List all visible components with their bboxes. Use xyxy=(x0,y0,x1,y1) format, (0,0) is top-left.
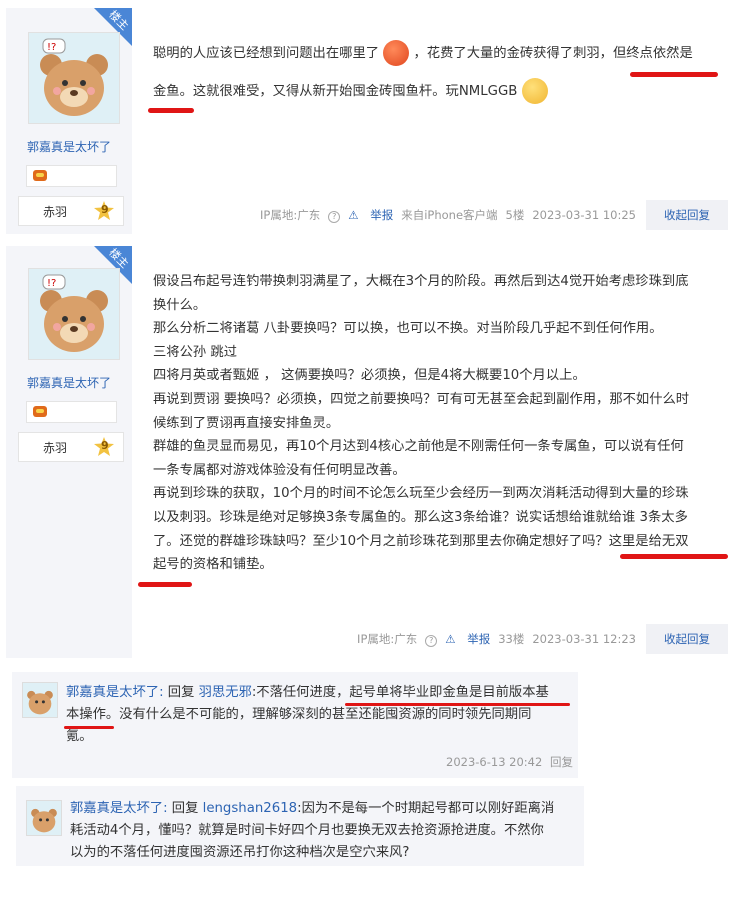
content-line: 群雄的鱼灵显而易见，再10个月达到4核心之前他是不刚需任何一条专属鱼，可以说有任… xyxy=(153,439,684,455)
reply-target-link[interactable]: lengshan2618 xyxy=(203,801,298,816)
reply-line: 耗活动4个月，懂吗？就算是时间卡好四个月也要换无双去抢资源抢进度。不然你 xyxy=(70,823,544,838)
info-icon[interactable]: ? xyxy=(328,211,341,223)
highlight-underline xyxy=(345,703,570,706)
reply-time: 2023-6-13 20:42 xyxy=(446,755,543,769)
ip-location: IP属地:广东? xyxy=(349,631,438,647)
content-line: 再说到贾诩 要换吗？必须换，四觉之前要换吗？可有可无甚至会起到副作用，那不如什么… xyxy=(153,391,690,407)
username-link[interactable]: 郭嘉真是太坏了 xyxy=(6,374,132,391)
author-sidebar: 楼主 !? 郭嘉真是太坏了 赤羽 9 xyxy=(6,8,132,234)
content-line: 换什么。 xyxy=(153,297,207,313)
post-floor-33: 楼主 !? 郭嘉真是太坏了 赤羽 9 假设吕布起号连钓带换刺羽满星了，大概在3个… xyxy=(0,246,750,658)
bear-avatar-icon: !? xyxy=(29,269,119,359)
sub-reply-text: 郭嘉真是太坏了: 回复 羽思无邪:不落任何进度，起号单将毕业即金鱼是目前版本基 … xyxy=(66,682,566,748)
post-content: 假设吕布起号连钓带换刺羽满星了，大概在3个月的阶段。再然后到达4觉开始考虑珍珠到… xyxy=(153,270,728,577)
client-source: 来自iPhone客户端 xyxy=(401,208,498,222)
content-line: 三将公孙 跳过 xyxy=(153,344,238,360)
reply-word: 回复 xyxy=(171,801,199,816)
content-line: ，花费了大量的金砖获得了刺羽，但终点依然是 xyxy=(413,46,693,61)
post-meta: IP属地:广东? ⚠ 举报 33楼 2023-03-31 12:23 收起回复 xyxy=(341,624,728,654)
content-line: 了。还觉的群雄珍珠缺吗？至少10个月之前珍珠花到那里去你确定想好了吗？这里是给无… xyxy=(153,533,689,549)
reply-author-link[interactable]: 郭嘉真是太坏了: xyxy=(70,801,168,816)
content-line: 以及刺羽。珍珠是绝对足够换3条专属鱼的。那么这3条给谁？说实话想给谁就给谁 3条… xyxy=(153,509,688,525)
floor-number: 5楼 xyxy=(505,208,525,222)
badge-box xyxy=(26,165,117,187)
content-line: 假设吕布起号连钓带换刺羽满星了，大概在3个月的阶段。再然后到达4觉开始考虑珍珠到… xyxy=(153,274,689,289)
sick-face-icon xyxy=(521,78,548,104)
level-number: 9 xyxy=(101,439,109,452)
badge-box xyxy=(26,401,117,423)
floor-number: 33楼 xyxy=(498,632,525,646)
content-line: 一条专属都对游戏体验没有任何明显改善。 xyxy=(153,462,406,478)
game-badge-icon[interactable] xyxy=(33,406,47,417)
post-meta: IP属地:广东? ⚠ 举报 来自iPhone客户端 5楼 2023-03-31 … xyxy=(244,200,728,230)
svg-text:!?: !? xyxy=(47,278,56,289)
sub-reply: 郭嘉真是太坏了: 回复 lengshan2618:因为不是每一个时期起号都可以刚… xyxy=(16,786,584,866)
avatar[interactable]: !? xyxy=(28,32,120,124)
info-icon[interactable]: ? xyxy=(425,635,438,647)
collapse-reply-button[interactable]: 收起回复 xyxy=(646,200,728,230)
report-link[interactable]: ⚠ 举报 xyxy=(445,631,490,647)
highlight-underline xyxy=(148,108,194,113)
content-line: 再说到珍珠的获取，10个月的时间不论怎么玩至少会经历一到两次消耗活动得到大量的珍… xyxy=(153,486,689,502)
bear-avatar-icon xyxy=(27,801,61,835)
ip-location: IP属地:广东? xyxy=(252,207,341,223)
bear-avatar-icon xyxy=(23,683,57,717)
reply-line: :不落任何进度，起号单将毕业即金鱼是目前版本基 xyxy=(251,685,549,700)
reply-target-link[interactable]: 羽思无邪 xyxy=(199,685,252,700)
content-line: 金鱼。这就很难受，又得从新开始囤金砖囤鱼杆。玩NMLGGB xyxy=(153,84,518,99)
avatar[interactable] xyxy=(22,682,58,718)
highlight-underline xyxy=(630,72,718,77)
username-link[interactable]: 郭嘉真是太坏了 xyxy=(6,138,132,155)
game-badge-icon[interactable] xyxy=(33,170,47,181)
report-link[interactable]: ⚠ 举报 xyxy=(348,207,393,223)
angry-face-icon xyxy=(383,40,410,66)
bear-avatar-icon: !? xyxy=(29,33,119,123)
level-name: 赤羽 xyxy=(43,205,68,219)
reply-line: 以为的不落任何进度囤资源还吊打你这种档次是空穴来风? xyxy=(70,845,410,860)
author-sidebar: 楼主 !? 郭嘉真是太坏了 赤羽 9 xyxy=(6,246,132,658)
level-number: 9 xyxy=(101,203,109,216)
post-time: 2023-03-31 12:23 xyxy=(532,632,636,646)
sub-reply: 郭嘉真是太坏了: 回复 羽思无邪:不落任何进度，起号单将毕业即金鱼是目前版本基 … xyxy=(12,672,578,778)
post-floor-5: 楼主 !? 郭嘉真是太坏了 赤羽 9 聪明的人应该已经想到问题出在哪里了 ，花费… xyxy=(0,0,750,234)
level-box[interactable]: 赤羽 9 xyxy=(18,432,124,462)
post-time: 2023-03-31 10:25 xyxy=(532,208,636,222)
highlight-underline xyxy=(620,554,728,559)
avatar[interactable] xyxy=(26,800,62,836)
highlight-underline xyxy=(138,582,192,587)
content-line: 那么分析二将诸葛 八卦要换吗？可以换，也可以不换。对当阶段几乎起不到任何作用。 xyxy=(153,321,663,337)
content-line: 四将月英或者甄姬 ， 这俩要换吗？必须换，但是4将大概要10个月以上。 xyxy=(153,368,586,384)
level-name: 赤羽 xyxy=(43,441,68,455)
highlight-underline xyxy=(64,726,114,729)
avatar[interactable]: !? xyxy=(28,268,120,360)
svg-text:!?: !? xyxy=(47,42,56,53)
reply-meta: 2023-6-13 20:42 回复 xyxy=(446,754,573,770)
reply-author-link[interactable]: 郭嘉真是太坏了: xyxy=(66,685,164,700)
reply-button[interactable]: 回复 xyxy=(550,755,573,769)
content-line: 候练到了贾诩再直接安排鱼灵。 xyxy=(153,415,340,431)
reply-line: :因为不是每一个时期起号都可以刚好距离消 xyxy=(297,801,555,816)
reply-line: 氪。 xyxy=(66,729,93,744)
reply-word: 回复 xyxy=(167,685,195,700)
content-line: 聪明的人应该已经想到问题出在哪里了 xyxy=(153,46,380,61)
reply-line: 本操作。没有什么是不可能的，理解够深刻的甚至还能囤资源的同时领先同期同 xyxy=(66,707,532,722)
sub-reply-text: 郭嘉真是太坏了: 回复 lengshan2618:因为不是每一个时期起号都可以刚… xyxy=(70,798,576,864)
level-box[interactable]: 赤羽 9 xyxy=(18,196,124,226)
collapse-reply-button[interactable]: 收起回复 xyxy=(646,624,728,654)
